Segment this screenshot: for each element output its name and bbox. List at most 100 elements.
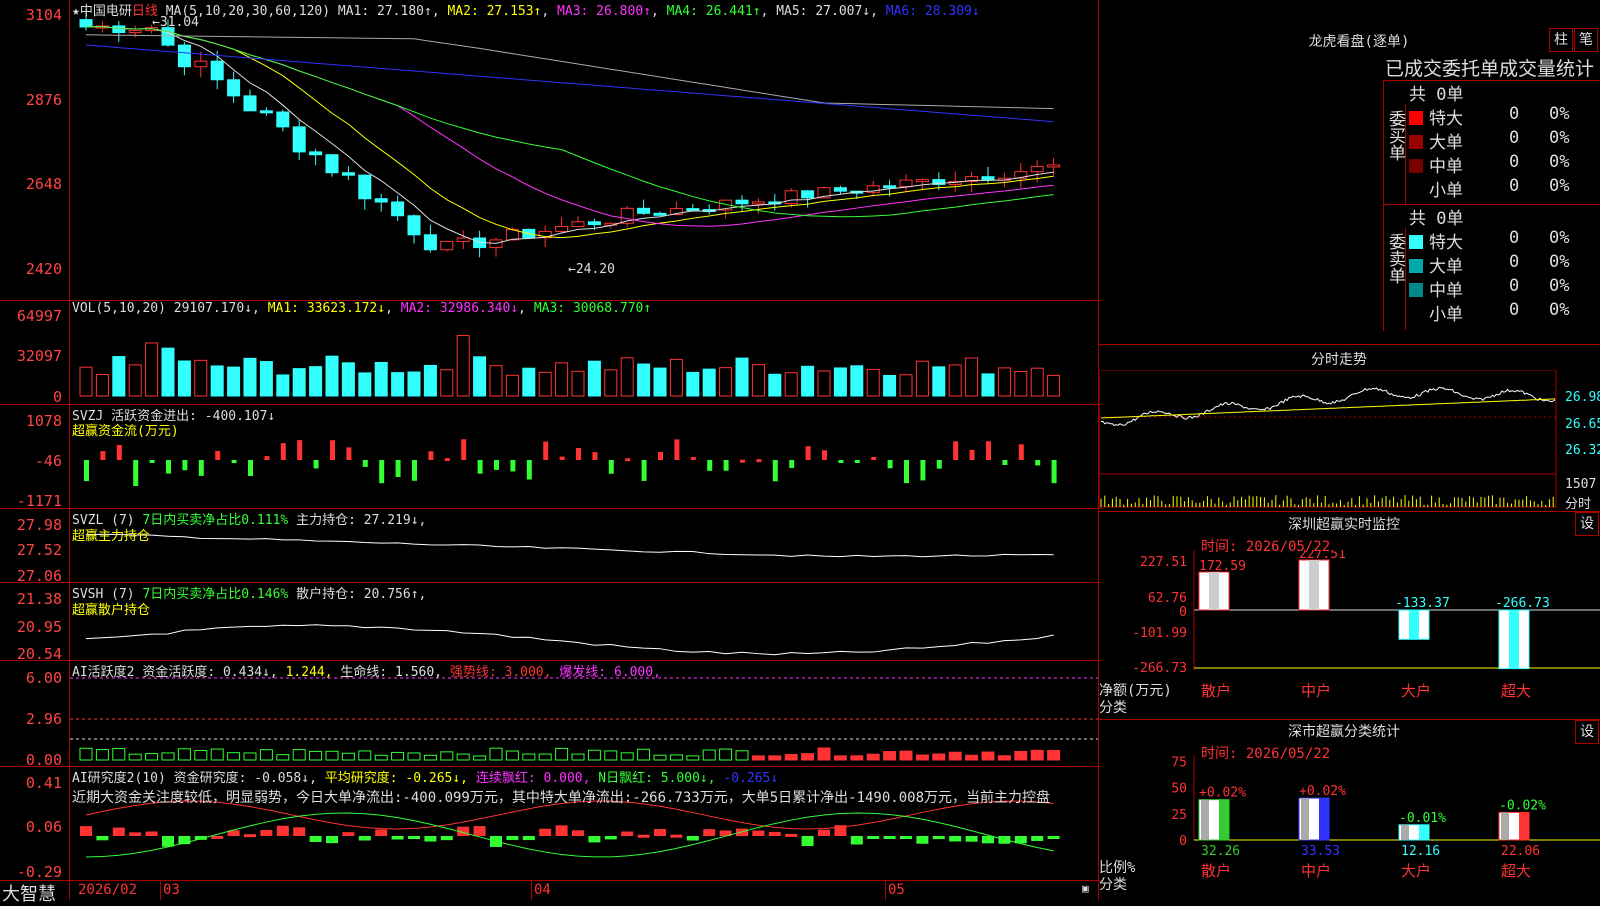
svzj-bar bbox=[674, 439, 680, 460]
candle-body bbox=[456, 237, 470, 242]
ai-research-bar bbox=[162, 836, 174, 847]
volume-bar bbox=[932, 366, 946, 397]
category-bar-pct: 33.53 bbox=[1301, 844, 1340, 859]
category-bar-name: 超大 bbox=[1501, 862, 1531, 880]
monitor-bar-value: 227.51 bbox=[1299, 550, 1346, 562]
svzj-bar bbox=[346, 447, 352, 460]
tick-mode-button[interactable]: 笔 bbox=[1574, 28, 1598, 52]
candle-body bbox=[341, 172, 355, 176]
candlestick-chart[interactable] bbox=[0, 0, 1100, 900]
volume-bar bbox=[325, 355, 339, 397]
volume-bar bbox=[79, 366, 93, 397]
candle-body bbox=[981, 176, 995, 180]
volume-bar bbox=[915, 360, 929, 397]
ai-active-bar bbox=[358, 750, 372, 761]
color-swatch bbox=[1409, 111, 1423, 125]
ai-active-bar bbox=[817, 747, 831, 761]
ai-research-bar bbox=[850, 836, 863, 845]
volume-bar bbox=[1047, 374, 1061, 397]
high-mark: ←31.04 bbox=[152, 15, 199, 30]
y-label: 6.00 bbox=[25, 669, 62, 687]
svzj-bar bbox=[1051, 460, 1057, 484]
row-count: 0 bbox=[1509, 252, 1520, 272]
intraday-chart[interactable] bbox=[1099, 370, 1600, 510]
bar-mode-button[interactable]: 柱 bbox=[1549, 28, 1573, 52]
sell-side-label: 委卖单 bbox=[1385, 233, 1405, 284]
category-bar-name: 大户 bbox=[1401, 862, 1431, 880]
category-y-label: 50 bbox=[1171, 782, 1187, 797]
row-name: 小单 bbox=[1429, 181, 1463, 201]
candle-body bbox=[1047, 164, 1061, 168]
ai-active-bar bbox=[227, 752, 241, 761]
ai-active-bar bbox=[374, 754, 388, 761]
ai-research-bar bbox=[982, 836, 994, 844]
svzj-bar bbox=[362, 460, 368, 467]
candle-body bbox=[177, 44, 191, 68]
svzj-bar bbox=[543, 441, 549, 460]
lock-icon[interactable]: ▣ bbox=[1082, 882, 1089, 895]
monitor-bar-value: 172.59 bbox=[1199, 559, 1246, 574]
ai-research-bar bbox=[572, 830, 584, 836]
monitor-y-label: 62.76 bbox=[1148, 591, 1187, 606]
ai-research-bar bbox=[949, 836, 962, 842]
monitor-y-label: 0 bbox=[1179, 605, 1187, 620]
intraday-title: 分时走势 bbox=[1311, 352, 1367, 368]
category-bar-pct: 22.06 bbox=[1501, 844, 1540, 859]
svzj-bar bbox=[412, 460, 417, 481]
category-settings-button[interactable]: 设 bbox=[1575, 720, 1599, 744]
monitor-bar-name: 超大 bbox=[1501, 682, 1531, 700]
svzj-bar bbox=[904, 460, 909, 484]
svzl-sub: 超赢主力持仓 bbox=[72, 529, 151, 544]
monitor-settings-button[interactable]: 设 bbox=[1575, 512, 1599, 536]
ai-active-bar bbox=[177, 748, 191, 761]
y-label: 0.06 bbox=[25, 818, 62, 836]
candle-body bbox=[325, 154, 339, 174]
monitor-title: 深圳超赢实时监控 bbox=[1288, 517, 1400, 533]
ai-active-bar bbox=[259, 749, 273, 761]
y-label: 3104 bbox=[25, 6, 62, 24]
svzj-bar bbox=[641, 460, 647, 481]
color-swatch bbox=[1409, 307, 1423, 321]
main-header: ★中国电研日线 MA(5,10,20,30,60,120) MA1: 27.18… bbox=[72, 4, 980, 19]
svzj-bar bbox=[264, 456, 270, 460]
volume-bar bbox=[555, 362, 569, 397]
stats-vline bbox=[1405, 228, 1406, 330]
volume-bar bbox=[1030, 367, 1044, 397]
volume-bar bbox=[489, 365, 503, 397]
right-panel: 龙虎看盘(逐单) 柱 笔 已成交委托单成交量统计 委买单 共 0单 委卖单 共 … bbox=[1099, 0, 1600, 900]
candles bbox=[79, 9, 1061, 258]
ai-research-bar bbox=[539, 828, 552, 836]
ai-research-bar bbox=[424, 836, 437, 842]
ai-research-bar bbox=[654, 829, 666, 836]
ai-research-bar bbox=[309, 836, 322, 842]
stats-vline bbox=[1405, 104, 1406, 204]
color-swatch bbox=[1409, 159, 1423, 173]
x-tick bbox=[160, 880, 161, 900]
svzj-bar bbox=[723, 460, 729, 471]
row-pct: 0% bbox=[1549, 128, 1570, 148]
ai-active-bar bbox=[292, 749, 306, 761]
chart-area[interactable]: ★中国电研日线 MA(5,10,20,30,60,120) MA1: 27.18… bbox=[0, 0, 1100, 905]
monitor-bar-shade bbox=[1509, 610, 1519, 669]
volume-bar bbox=[473, 356, 487, 397]
ai-research-bar bbox=[375, 829, 388, 836]
volume-bar bbox=[587, 360, 601, 397]
ai-research-bar bbox=[555, 825, 568, 836]
volume-bar bbox=[538, 371, 552, 397]
candle-body bbox=[571, 221, 585, 228]
svzj-bar bbox=[1002, 460, 1008, 466]
ai-active-bar bbox=[79, 747, 93, 761]
svzj-bar bbox=[215, 450, 221, 460]
volume-bar bbox=[866, 368, 880, 397]
volume-bar bbox=[145, 342, 159, 397]
y-label: 20.54 bbox=[16, 645, 62, 663]
color-swatch bbox=[1409, 135, 1423, 149]
stock-name[interactable]: 中国电研 bbox=[80, 4, 132, 19]
category-bar-pct: 32.26 bbox=[1201, 844, 1240, 859]
y-label: 2.96 bbox=[25, 710, 62, 728]
y-label: 27.06 bbox=[16, 567, 62, 585]
volume-bar bbox=[423, 364, 437, 397]
candle-body bbox=[653, 212, 667, 216]
svzj-bar bbox=[625, 458, 631, 462]
svzj-bar bbox=[231, 460, 237, 463]
